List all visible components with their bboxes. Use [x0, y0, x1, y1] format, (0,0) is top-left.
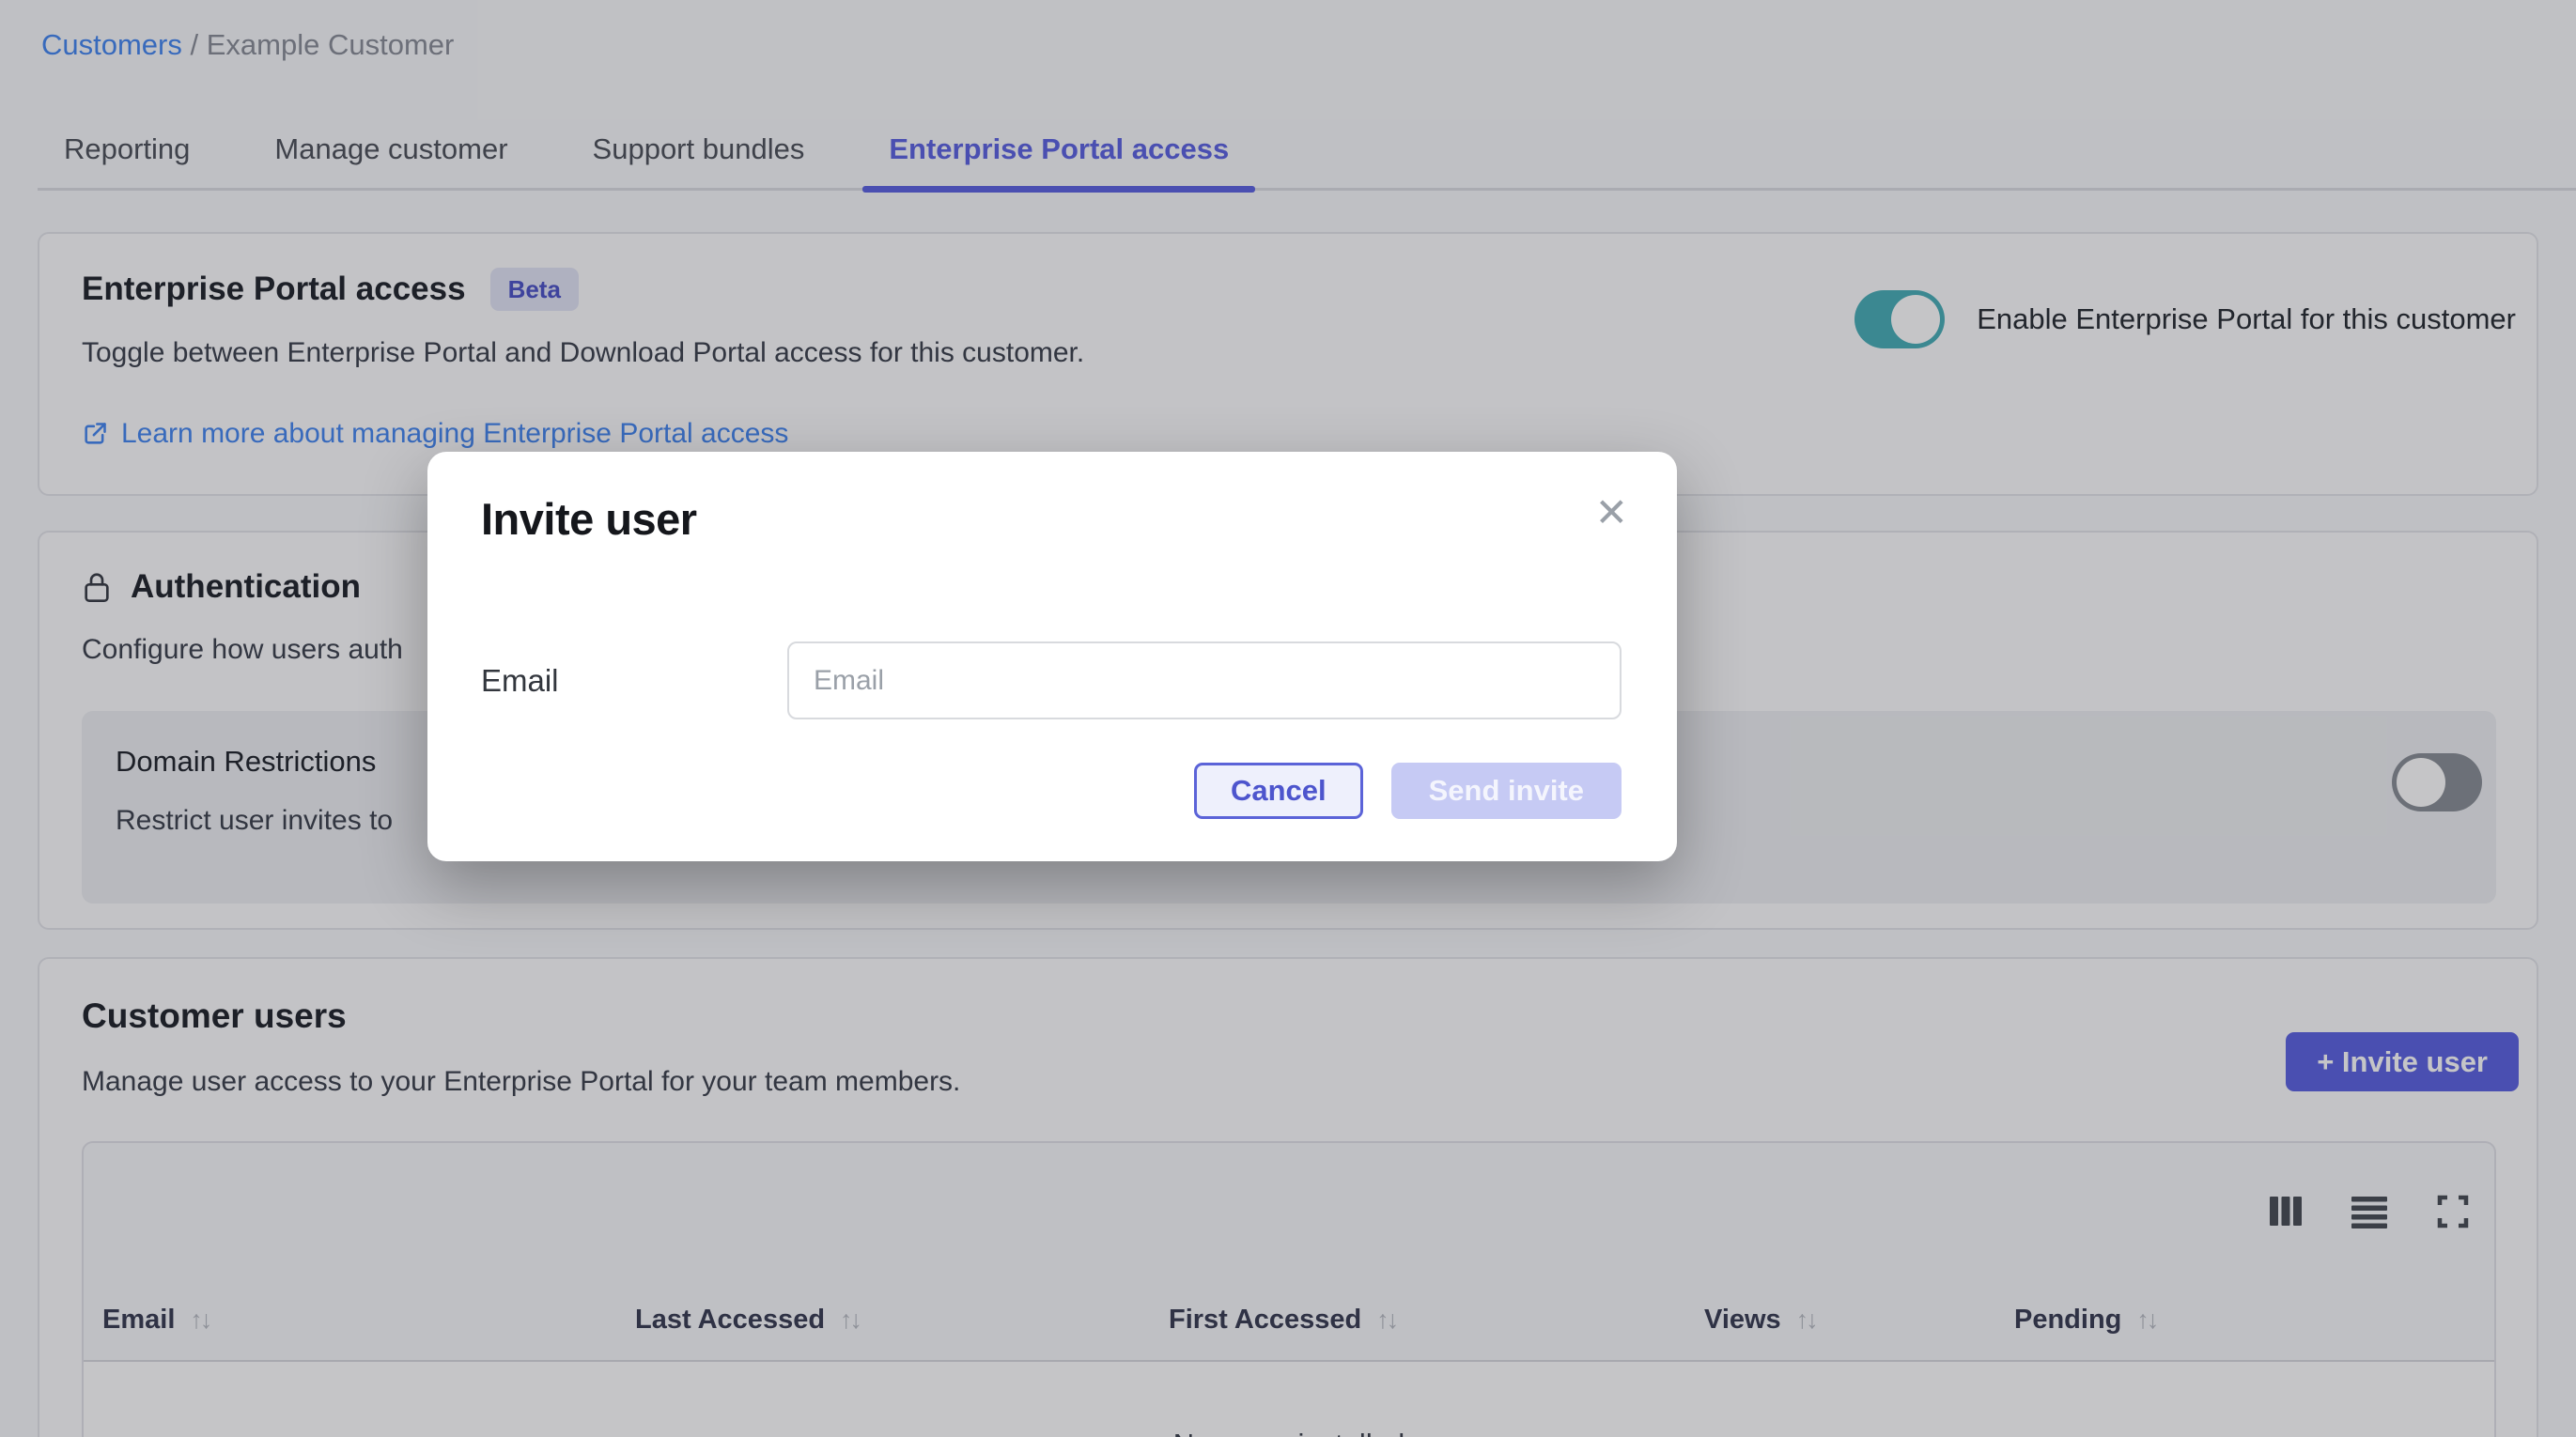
- send-invite-button[interactable]: Send invite: [1391, 763, 1622, 819]
- invite-user-modal: Invite user ✕ Email Cancel Send invite: [427, 452, 1677, 861]
- modal-form: Email: [481, 641, 1622, 719]
- email-field[interactable]: [787, 641, 1622, 719]
- email-label: Email: [481, 663, 787, 699]
- modal-title: Invite user: [481, 493, 697, 545]
- modal-actions: Cancel Send invite: [1194, 763, 1622, 819]
- close-icon[interactable]: ✕: [1595, 493, 1628, 533]
- cancel-button[interactable]: Cancel: [1194, 763, 1363, 819]
